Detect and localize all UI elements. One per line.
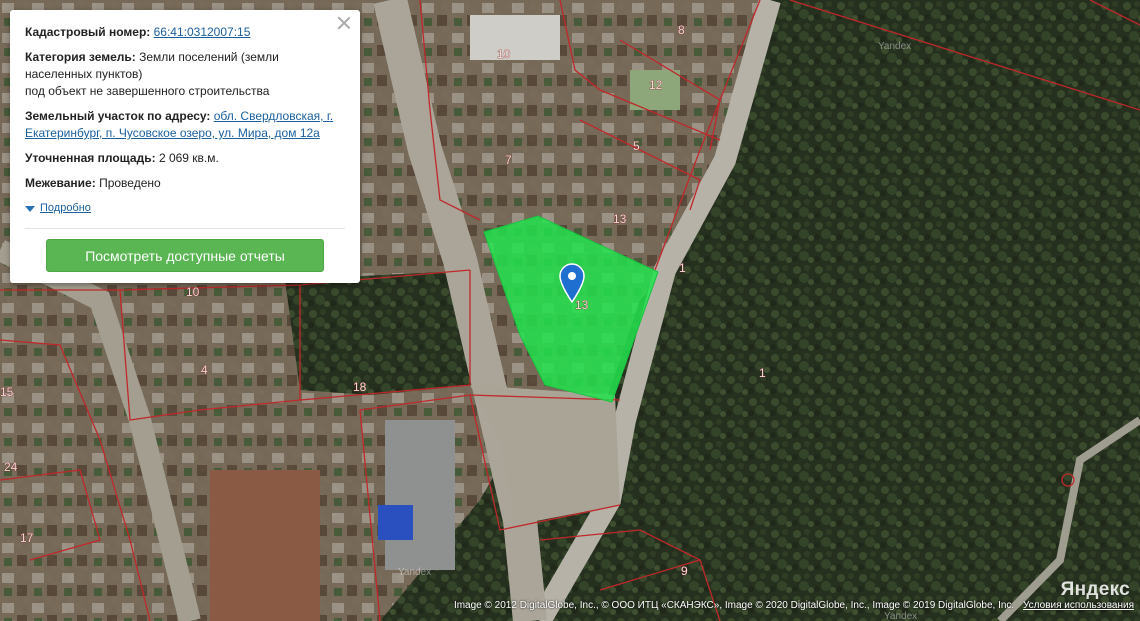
survey-row: Межевание: Проведено (25, 175, 345, 192)
cadastral-number-label: Кадастровый номер: (25, 25, 151, 39)
parcel-number: 13 (575, 298, 589, 312)
details-link[interactable]: Подробно (40, 200, 91, 217)
parcel-number: 10 (497, 47, 511, 61)
building-lower (210, 470, 320, 621)
area-row: Уточненная площадь: 2 069 кв.м. (25, 150, 345, 167)
watermark: Yandex (878, 41, 911, 52)
watermark: Yandex (884, 611, 917, 621)
building-gray (385, 420, 455, 570)
parcel-number: 24 (4, 460, 18, 474)
parcel-number: 1 (679, 261, 686, 275)
parcel-number: 12 (649, 78, 663, 92)
survey-label: Межевание: (25, 176, 96, 190)
close-icon[interactable] (336, 15, 352, 31)
parcel-number: 8 (678, 23, 685, 37)
building-blue (378, 505, 413, 540)
divider (25, 228, 345, 229)
area-value: 2 069 кв.м. (158, 151, 219, 165)
yandex-logo[interactable]: Яндекс (1061, 579, 1130, 601)
land-category-row: Категория земель: Земли поселений (земли… (25, 49, 345, 100)
area-label: Уточненная площадь: (25, 151, 156, 165)
land-category-label: Категория земель: (25, 50, 136, 64)
details-toggle[interactable]: Подробно (25, 200, 345, 217)
address-label: Земельный участок по адресу: (25, 109, 211, 123)
parcel-number: 17 (20, 531, 34, 545)
watermark: Yandex (398, 567, 431, 578)
cadastral-number-link[interactable]: 66:41:0312007:15 (154, 25, 251, 39)
view-reports-button[interactable]: Посмотреть доступные отчеты (46, 239, 324, 272)
parcel-number: 7 (505, 153, 512, 167)
parcel-number: 1 (759, 366, 766, 380)
parcel-number: 15 (0, 385, 14, 399)
parcel-number: 9 (681, 564, 688, 578)
parcel-number: 5 (633, 139, 640, 153)
triangle-down-icon (25, 205, 35, 212)
building-top (470, 15, 560, 60)
parcel-number: 13 (613, 212, 627, 226)
parcel-number: 4 (201, 363, 208, 377)
land-purpose-value: под объект не завершенного строительства (25, 84, 270, 98)
parcel-number: 18 (353, 380, 367, 394)
parcel-info-card: Кадастровый номер: 66:41:0312007:15 Кате… (10, 10, 360, 283)
cadastral-number-row: Кадастровый номер: 66:41:0312007:15 (25, 24, 345, 41)
terms-of-use-link[interactable]: Условия использования (1023, 600, 1134, 611)
attribution-text: Image © 2012 DigitalGlobe, Inc., © ООО И… (453, 600, 1015, 611)
map-attribution: Image © 2012 DigitalGlobe, Inc., © ООО И… (454, 600, 1134, 611)
address-row: Земельный участок по адресу: обл. Свердл… (25, 108, 345, 142)
parcel-number: 10 (186, 285, 200, 299)
survey-value: Проведено (99, 176, 161, 190)
